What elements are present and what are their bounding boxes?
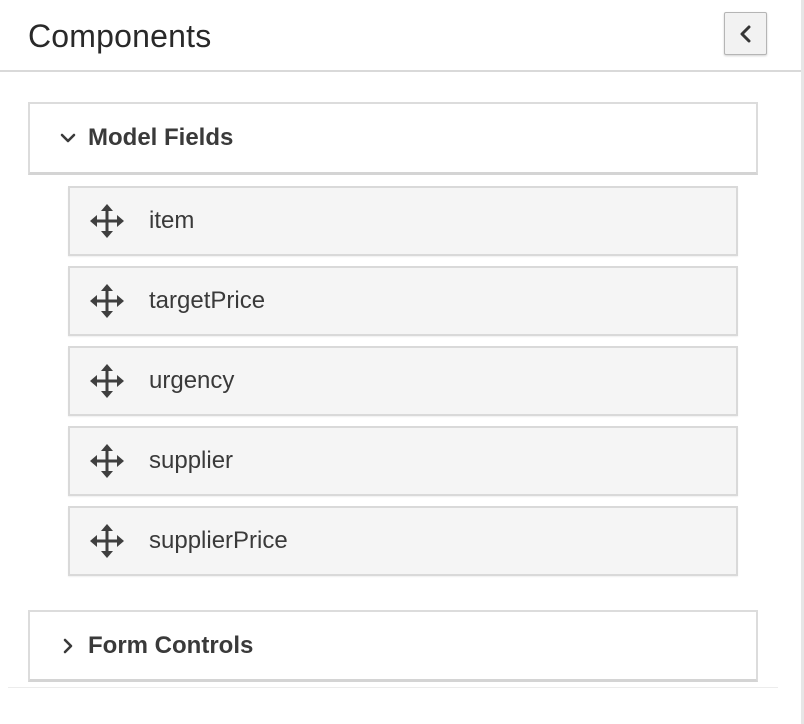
section-header-model-fields[interactable]: Model Fields — [28, 102, 758, 175]
panel-header: Components — [0, 0, 801, 72]
field-item-item[interactable]: item — [68, 186, 738, 256]
chevron-right-icon — [60, 638, 76, 654]
move-icon[interactable] — [89, 363, 125, 399]
field-item-supplierprice[interactable]: supplierPrice — [68, 506, 738, 576]
section-label-form-controls: Form Controls — [88, 631, 254, 659]
field-label: item — [149, 207, 195, 234]
field-item-supplier[interactable]: supplier — [68, 426, 738, 496]
chevron-down-icon — [60, 130, 76, 146]
move-icon[interactable] — [89, 203, 125, 239]
field-label: targetPrice — [149, 287, 266, 314]
section-header-form-controls[interactable]: Form Controls — [28, 610, 758, 682]
field-label: urgency — [149, 367, 235, 394]
chevron-left-icon — [739, 25, 753, 43]
model-fields-list: item targetPrice urgency supplier suppli… — [68, 186, 738, 586]
field-label: supplier — [149, 447, 234, 474]
field-item-urgency[interactable]: urgency — [68, 346, 738, 416]
field-item-targetprice[interactable]: targetPrice — [68, 266, 738, 336]
move-icon[interactable] — [89, 523, 125, 559]
components-panel: Components Model Fields item targetPrice… — [0, 0, 804, 724]
move-icon[interactable] — [89, 443, 125, 479]
panel-title: Components — [28, 18, 212, 54]
field-label: supplierPrice — [149, 527, 288, 554]
collapse-panel-button[interactable] — [724, 12, 767, 55]
section-label-model-fields: Model Fields — [88, 124, 234, 151]
move-icon[interactable] — [89, 283, 125, 319]
